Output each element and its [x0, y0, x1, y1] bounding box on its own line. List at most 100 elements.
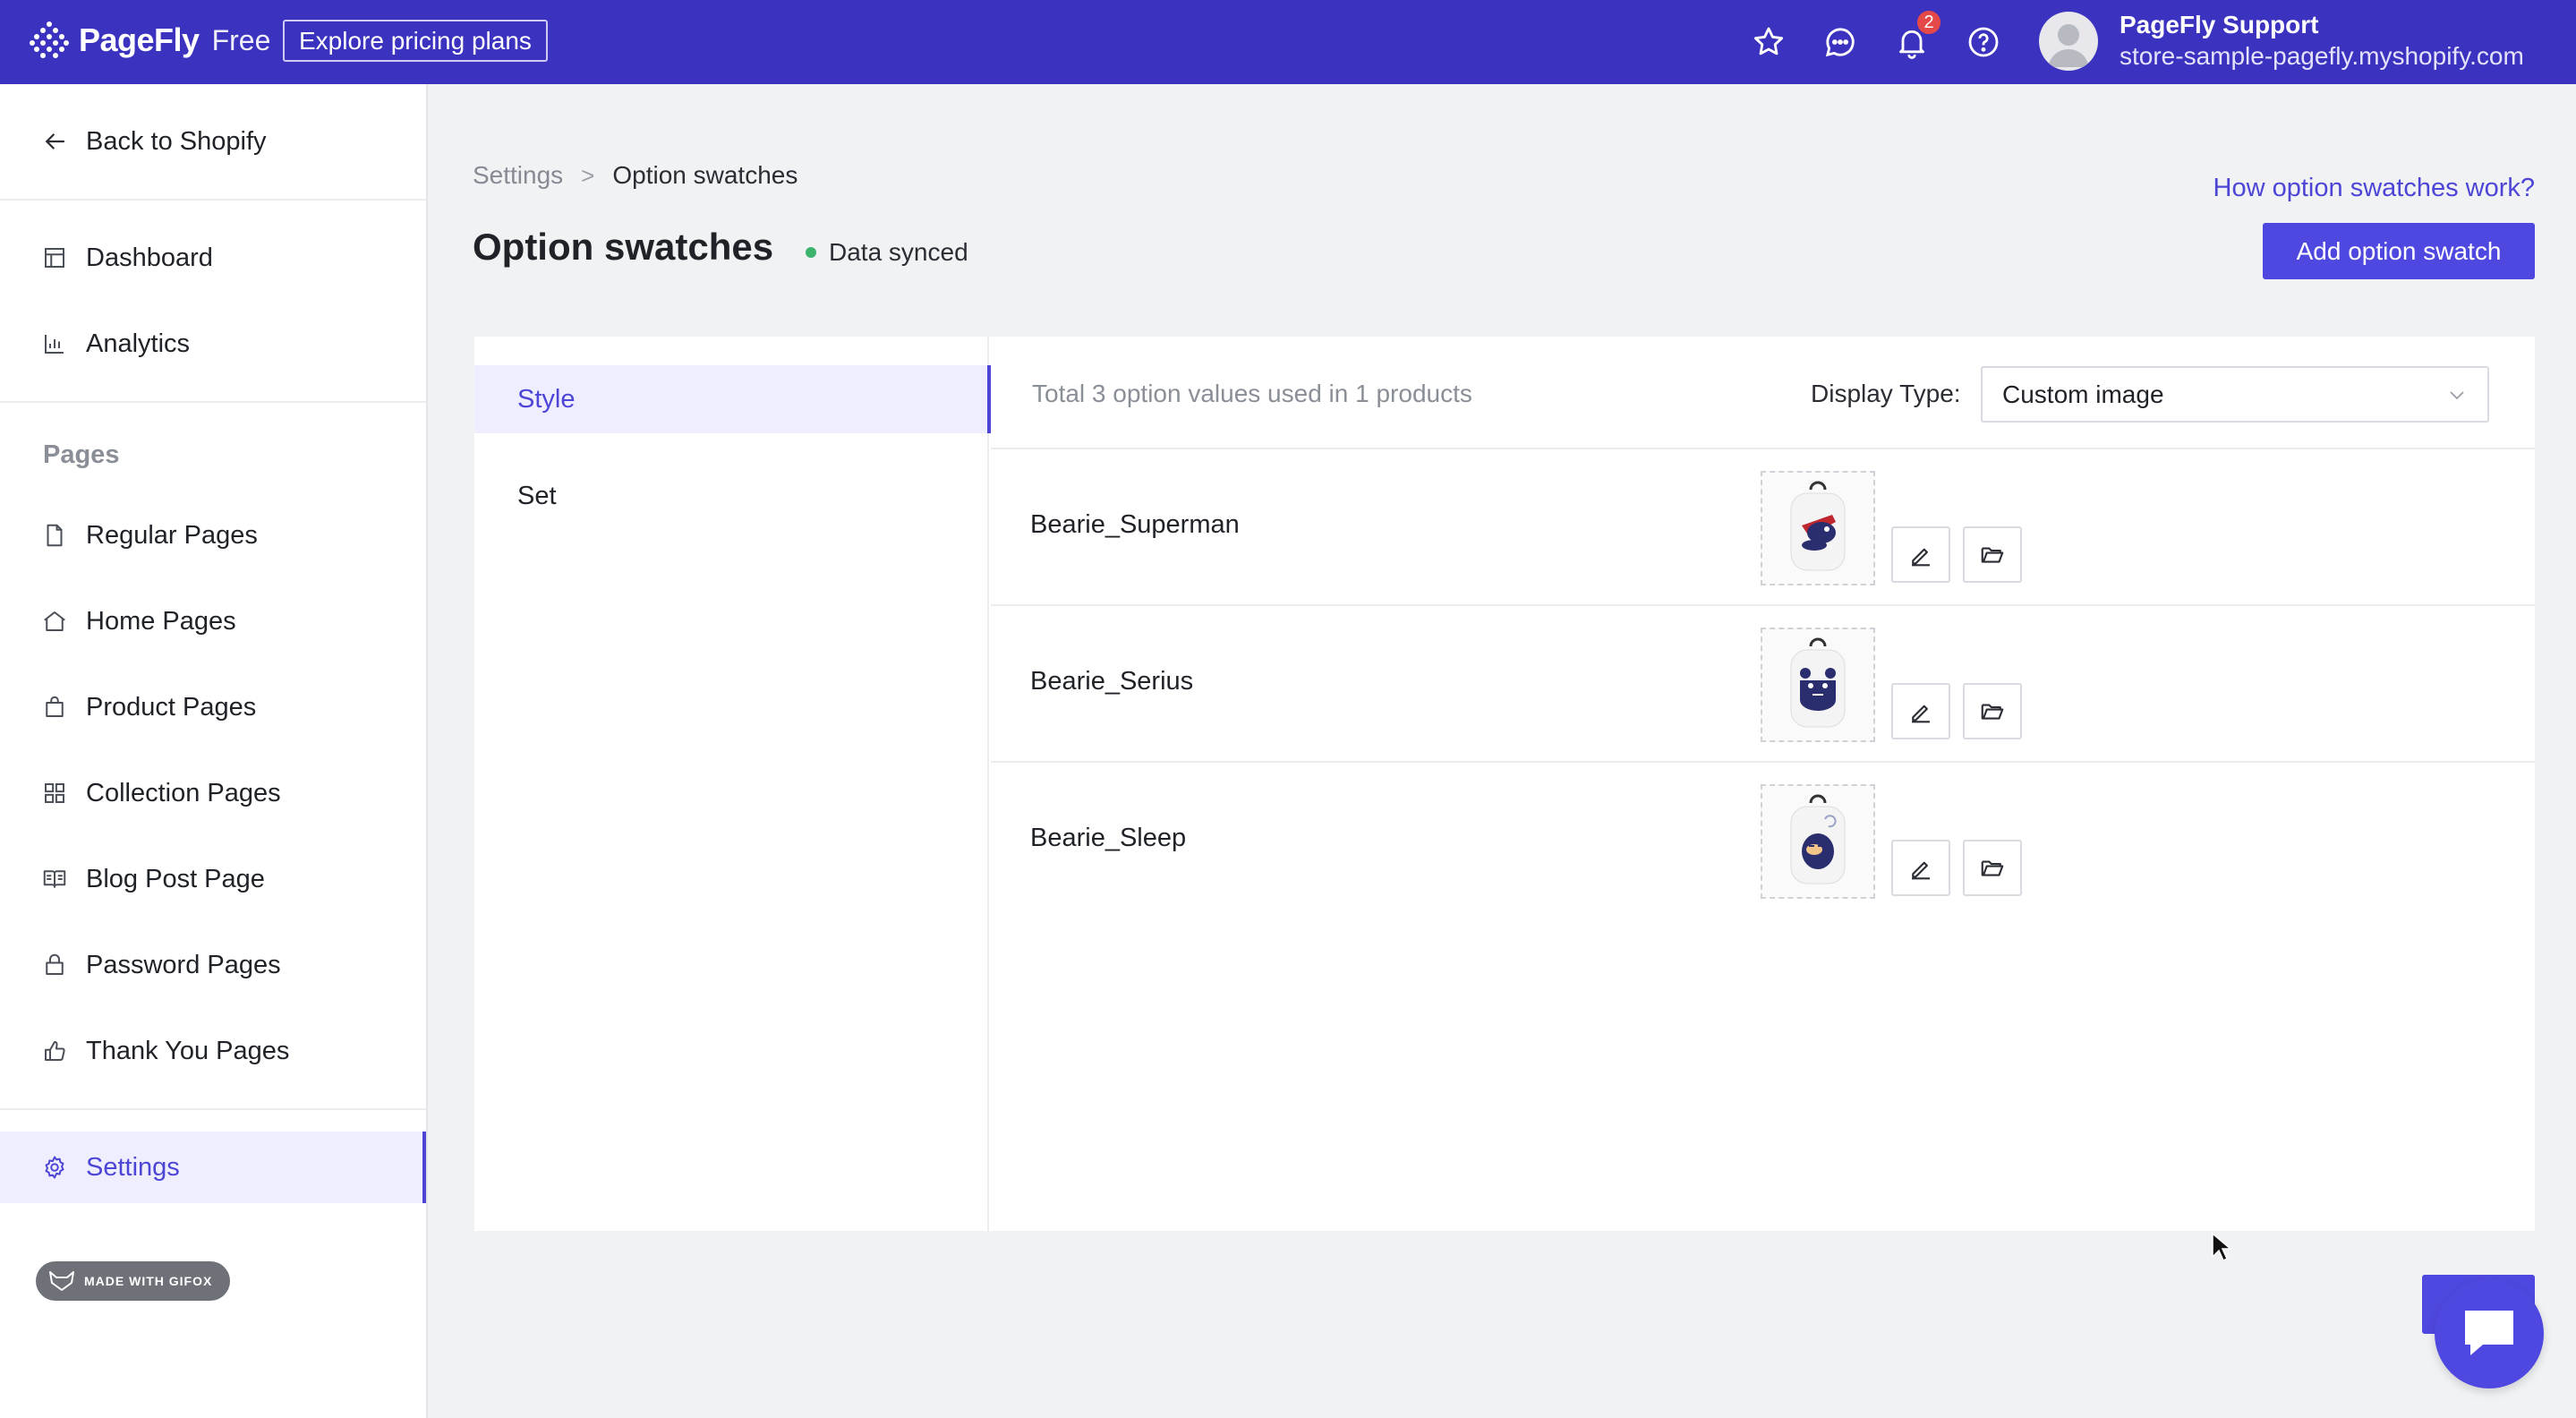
folder-open-icon [1981, 859, 2004, 876]
back-to-shopify-link[interactable]: Back to Shopify [0, 106, 426, 177]
star-icon[interactable] [1751, 24, 1787, 60]
pages-heading: Pages [43, 440, 120, 469]
swatch-row: Bearie_Sleep [991, 763, 2535, 919]
pencil-icon [1912, 705, 1930, 722]
add-option-swatch-button[interactable]: Add option swatch [2263, 223, 2535, 279]
pagefly-logo-icon [30, 21, 69, 58]
swatch-name: Bearie_Superman [1030, 510, 1240, 539]
sidebar-item-label: Password Pages [86, 950, 281, 979]
browse-image-button[interactable] [1963, 840, 2022, 896]
sidebar-item-label: Home Pages [86, 606, 236, 636]
breadcrumb-current: Option swatches [612, 161, 798, 189]
help-icon[interactable] [1966, 24, 2001, 60]
tab-set[interactable]: Set [474, 462, 989, 530]
swatch-row: Bearie_Serius [991, 606, 2535, 763]
live-chat-button[interactable] [2435, 1279, 2544, 1388]
grid-icon [41, 780, 68, 807]
sidebar-item-label: Product Pages [86, 692, 257, 722]
thumbs-up-icon [41, 1038, 68, 1064]
lock-icon [41, 952, 68, 978]
notification-badge: 2 [1915, 9, 1942, 36]
sidebar-item-password-pages[interactable]: Password Pages [0, 929, 426, 1001]
divider [0, 401, 426, 403]
user-name[interactable]: PageFly Support [2120, 11, 2318, 39]
swatch-name: Bearie_Sleep [1030, 824, 1187, 852]
backpack-image [1790, 794, 1846, 884]
how-it-works-link[interactable]: How option swatches work? [2213, 174, 2535, 203]
dashboard-icon [41, 244, 68, 271]
tab-style[interactable]: Style [474, 365, 991, 433]
user-store[interactable]: store-sample-pagefly.myshopify.com [2120, 42, 2524, 71]
sidebar-item-label: Settings [86, 1152, 180, 1182]
pencil-icon [1912, 548, 1930, 566]
sidebar-item-thank-you-pages[interactable]: Thank You Pages [0, 1015, 426, 1087]
backpack-image [1790, 481, 1846, 571]
swatch-content: Total 3 option values used in 1 products… [991, 337, 2535, 1231]
display-type-value: Custom image [2002, 380, 2164, 408]
sidebar-item-label: Collection Pages [86, 778, 281, 807]
explore-pricing-button[interactable]: Explore pricing plans [283, 20, 548, 62]
display-type-select[interactable]: Custom image [1981, 366, 2489, 423]
book-icon [41, 866, 68, 893]
sidebar-item-analytics[interactable]: Analytics [0, 308, 426, 380]
arrow-left-icon [41, 128, 68, 155]
browse-image-button[interactable] [1963, 683, 2022, 739]
sidebar-item-settings[interactable]: Settings [0, 1132, 426, 1203]
swatch-image[interactable] [1761, 784, 1875, 899]
browse-image-button[interactable] [1963, 526, 2022, 583]
divider [0, 1108, 426, 1110]
breadcrumb-settings[interactable]: Settings [473, 161, 563, 190]
gifox-watermark: MADE WITH GIFOX [36, 1261, 231, 1301]
edit-swatch-button[interactable] [1891, 840, 1950, 896]
sidebar-item-home-pages[interactable]: Home Pages [0, 585, 426, 657]
backpack-image [1790, 637, 1846, 728]
folder-open-icon [1981, 703, 2004, 720]
top-bar: PageFly Free Explore pricing plans 2 Pag… [0, 0, 2576, 84]
pagefly-logo[interactable]: PageFly Free [29, 20, 270, 61]
edit-swatch-button[interactable] [1891, 683, 1950, 739]
chat-bubble-icon [2465, 1311, 2513, 1355]
sidebar-item-label: Blog Post Page [86, 864, 265, 893]
mouse-cursor-icon [2212, 1232, 2232, 1262]
file-icon [41, 522, 68, 549]
swatch-image[interactable] [1761, 471, 1875, 585]
divider [0, 199, 426, 201]
sidebar: Back to Shopify Dashboard Analytics Page… [0, 84, 428, 1418]
sidebar-item-dashboard[interactable]: Dashboard [0, 222, 426, 294]
gear-icon [41, 1154, 68, 1181]
swatch-image[interactable] [1761, 628, 1875, 742]
display-type-label: Display Type: [1811, 380, 1961, 407]
home-icon [41, 608, 68, 635]
sidebar-item-label: Regular Pages [86, 520, 258, 550]
sidebar-item-collection-pages[interactable]: Collection Pages [0, 757, 426, 829]
analytics-icon [41, 330, 68, 357]
logo-text: PageFly [79, 21, 200, 58]
chevron-down-icon [2450, 391, 2464, 400]
swatch-row: Bearie_Superman [991, 449, 2535, 606]
sidebar-item-regular-pages[interactable]: Regular Pages [0, 500, 426, 571]
fox-icon [49, 1271, 74, 1291]
page-title: Option swatches [473, 226, 774, 268]
sidebar-item-label: Analytics [86, 329, 191, 358]
folder-open-icon [1981, 546, 2004, 563]
swatch-panel: Style Set Total 3 option values used in … [474, 337, 2535, 1231]
pencil-icon [1912, 861, 1930, 879]
sidebar-item-label: Dashboard [86, 243, 213, 272]
status-dot-icon [806, 247, 816, 258]
total-summary: Total 3 option values used in 1 products [1032, 380, 1472, 407]
info-row: Total 3 option values used in 1 products… [991, 337, 2535, 449]
chat-icon[interactable] [1822, 24, 1858, 60]
bag-icon [41, 694, 68, 721]
back-label: Back to Shopify [86, 126, 267, 156]
sidebar-item-product-pages[interactable]: Product Pages [0, 671, 426, 743]
edit-swatch-button[interactable] [1891, 526, 1950, 583]
tab-list: Style Set [474, 337, 991, 1231]
sync-status-label: Data synced [829, 238, 968, 266]
avatar[interactable] [2039, 12, 2098, 71]
chevron-right-icon: > [581, 161, 595, 189]
breadcrumb: Settings > Option swatches [473, 161, 798, 190]
sidebar-item-blog-post-page[interactable]: Blog Post Page [0, 843, 426, 915]
sync-status: Data synced [806, 238, 968, 267]
swatch-name: Bearie_Serius [1030, 667, 1194, 696]
gifox-label: MADE WITH GIFOX [84, 1274, 213, 1288]
